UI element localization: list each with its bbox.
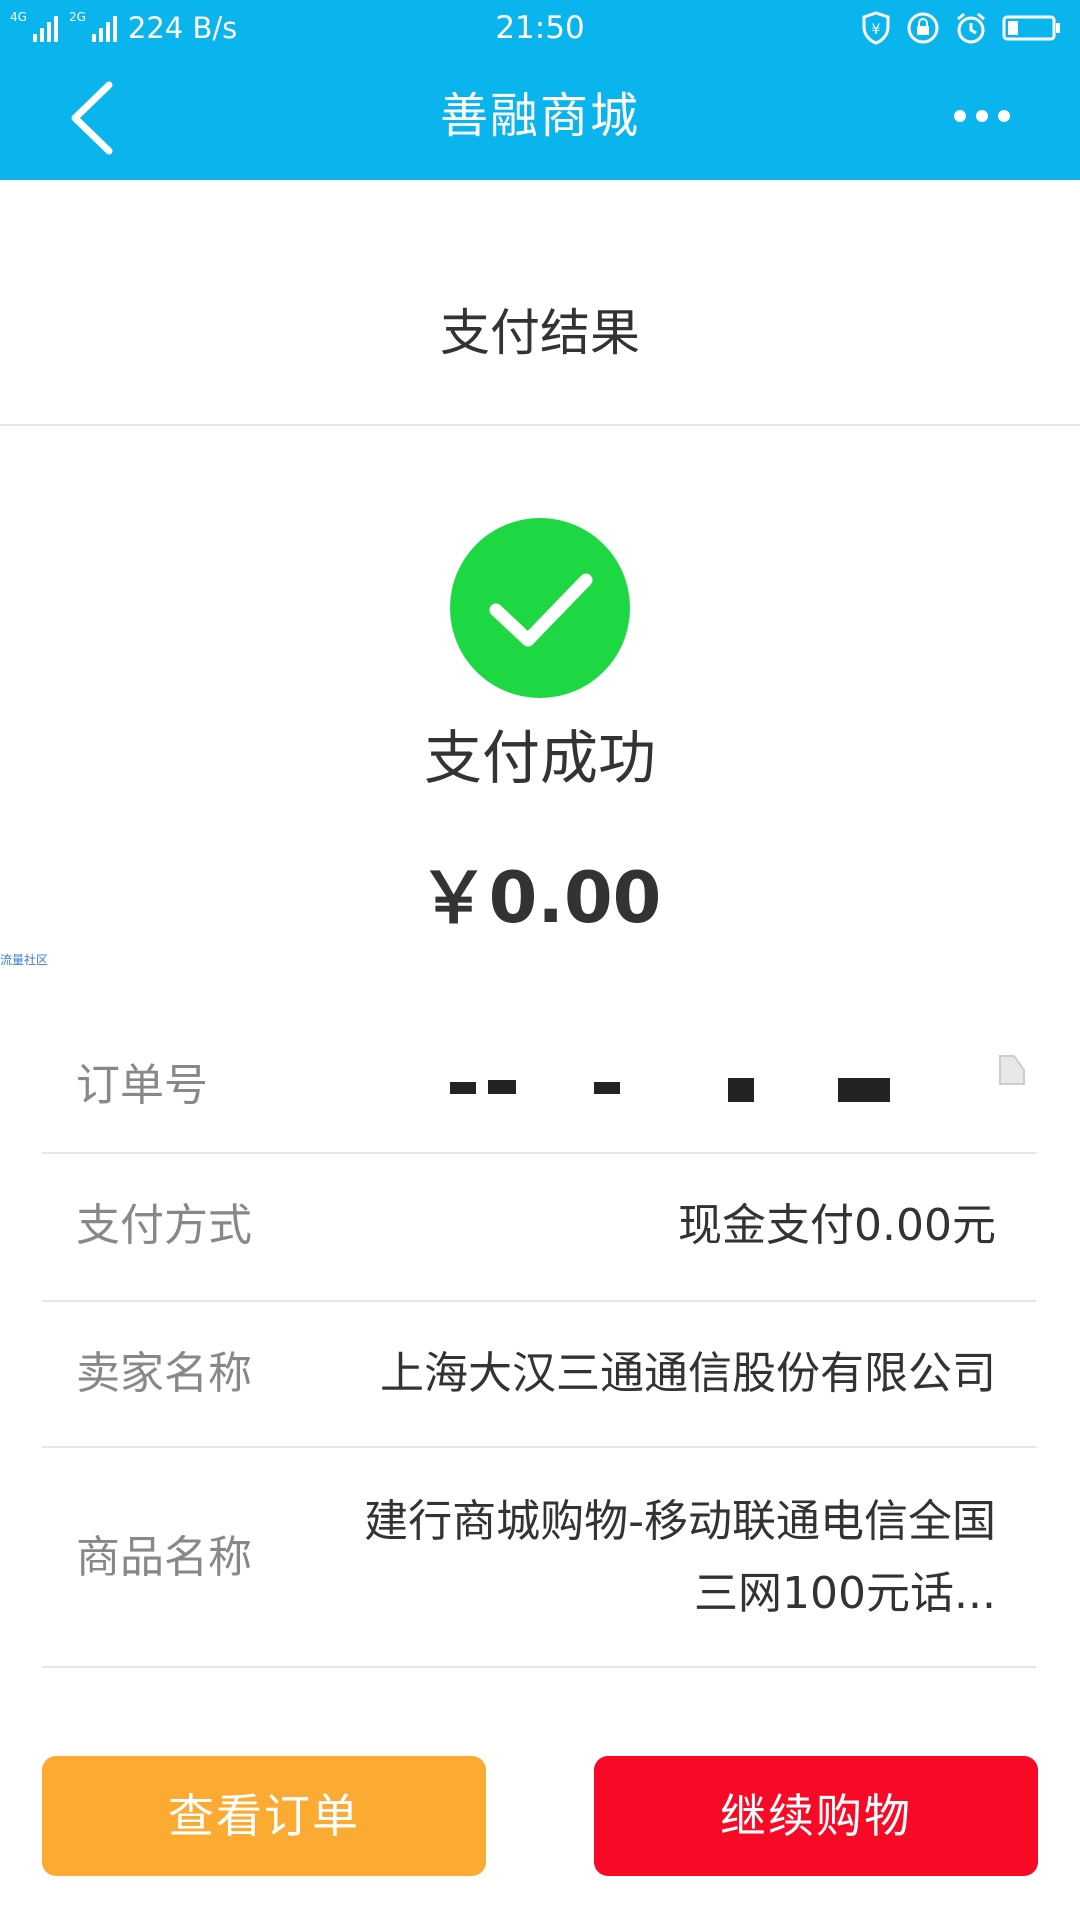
battery-icon bbox=[1002, 15, 1060, 41]
svg-text:¥: ¥ bbox=[872, 22, 881, 38]
shield-yen-icon: ¥ bbox=[862, 11, 890, 45]
app-root: 4G 2G 224 B/s 21:50 ¥ 善融商城 支付结果 支付成功 ￥0.… bbox=[0, 0, 1080, 1920]
alarm-icon bbox=[957, 12, 985, 44]
seller-row: 卖家名称 上海大汉三通通信股份有限公司 bbox=[42, 1302, 1036, 1448]
lock-icon bbox=[907, 12, 939, 44]
status-right: ¥ bbox=[860, 8, 1062, 48]
product-value: 建行商城购物-移动联通电信全国三网100元话... bbox=[364, 1496, 996, 1619]
success-badge bbox=[450, 518, 630, 698]
payment-status: 支付成功 bbox=[423, 724, 656, 792]
nav-bar: 善融商城 bbox=[0, 56, 1080, 180]
watermark: 流量社区 bbox=[0, 953, 49, 967]
check-circle-icon bbox=[489, 573, 593, 647]
continue-shopping-button[interactable]: 继续购物 bbox=[594, 1756, 1038, 1876]
redacted-block bbox=[728, 1078, 754, 1102]
redacted-block bbox=[488, 1080, 516, 1094]
view-order-button[interactable]: 查看订单 bbox=[42, 1756, 486, 1876]
payment-method-label: 支付方式 bbox=[76, 1200, 252, 1251]
redacted-block bbox=[450, 1082, 476, 1094]
seller-value: 上海大汉三通通信股份有限公司 bbox=[380, 1348, 996, 1399]
page-title: 善融商城 bbox=[439, 88, 640, 144]
redacted-block bbox=[838, 1078, 890, 1102]
payment-amount: ￥0.00 bbox=[418, 857, 662, 939]
section-title: 支付结果 bbox=[440, 304, 640, 362]
product-row: 商品名称 建行商城购物-移动联通电信全国三网100元话... bbox=[42, 1448, 1036, 1668]
order-number-label: 订单号 bbox=[76, 1060, 208, 1111]
copy-icon[interactable] bbox=[994, 1050, 1028, 1090]
more-dots-icon bbox=[954, 110, 1010, 122]
order-number-row: 订单号 bbox=[42, 1008, 1036, 1154]
section-header: 支付结果 bbox=[0, 180, 1080, 426]
seller-label: 卖家名称 bbox=[76, 1348, 252, 1399]
payment-method-row: 支付方式 现金支付0.00元 bbox=[42, 1154, 1036, 1302]
order-details: 订单号 支付方式 现金支付0.00元 卖家名称 上海大汉三通通信股份有限公司 商… bbox=[42, 1008, 1036, 1668]
status-bar: 4G 2G 224 B/s 21:50 ¥ bbox=[0, 0, 1080, 56]
redacted-block bbox=[594, 1082, 620, 1094]
payment-method-value: 现金支付0.00元 bbox=[678, 1200, 996, 1251]
more-button[interactable] bbox=[932, 96, 1032, 136]
product-label: 商品名称 bbox=[76, 1532, 252, 1583]
